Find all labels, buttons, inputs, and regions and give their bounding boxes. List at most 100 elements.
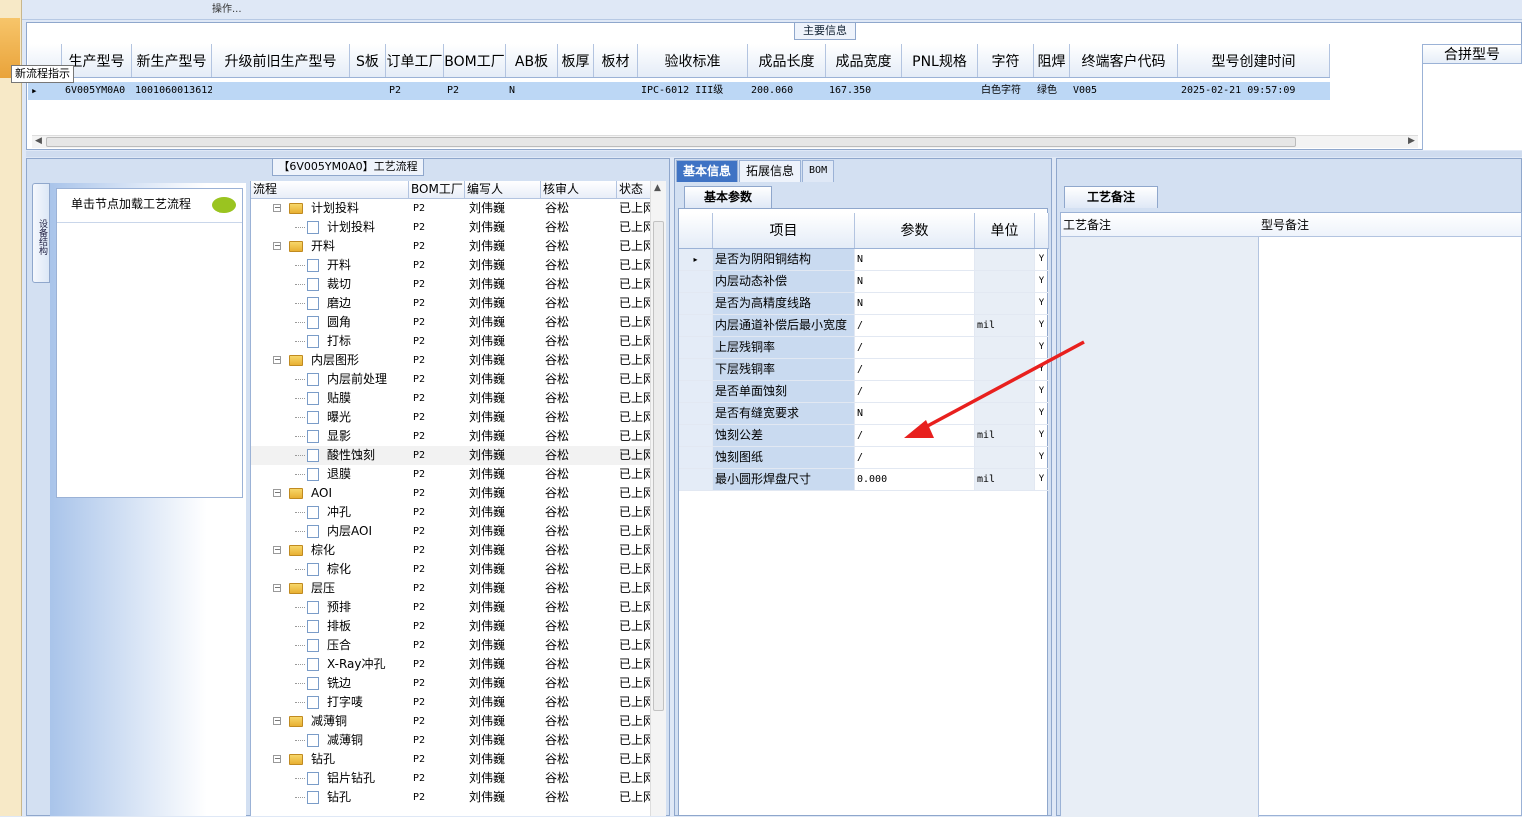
tree-row[interactable]: − 层压 P2 刘伟巍 谷松 已上网 xyxy=(251,579,651,598)
tree-node[interactable]: 减薄铜 xyxy=(251,731,409,750)
collapse-icon[interactable]: − xyxy=(273,755,281,763)
tree-node[interactable]: − 开料 xyxy=(251,237,409,256)
main-col-header[interactable]: 订单工厂 xyxy=(386,44,444,77)
tree-row[interactable]: − 内层图形 P2 刘伟巍 谷松 已上网 xyxy=(251,351,651,370)
tree-node[interactable]: 开料 xyxy=(251,256,409,275)
tree-node[interactable]: 磨边 xyxy=(251,294,409,313)
param-row[interactable]: 是否为高精度线路 N Y xyxy=(679,293,1049,315)
tree-row[interactable]: − 棕化 P2 刘伟巍 谷松 已上网 xyxy=(251,541,651,560)
param-row[interactable]: 下层残铜率 / Y xyxy=(679,359,1049,381)
main-col-header[interactable]: 板材 xyxy=(594,44,638,77)
param-row[interactable]: 内层动态补偿 N Y xyxy=(679,271,1049,293)
tree-node[interactable]: 圆角 xyxy=(251,313,409,332)
main-cell[interactable] xyxy=(902,82,978,100)
main-col-header[interactable]: 验收标准 xyxy=(638,44,748,77)
tree-scrollbar[interactable]: ▲ xyxy=(650,181,666,816)
tree-node[interactable]: 打字唛 xyxy=(251,693,409,712)
tree-row[interactable]: − 开料 P2 刘伟巍 谷松 已上网 xyxy=(251,237,651,256)
tree-col-header[interactable]: 状态 xyxy=(617,181,651,198)
tree-col-header[interactable]: BOM工厂 xyxy=(409,181,465,198)
tree-node[interactable]: 冲孔 xyxy=(251,503,409,522)
collapse-icon[interactable]: − xyxy=(273,204,281,212)
param-row[interactable]: ▸ 是否为阴阳铜结构 N Y xyxy=(679,249,1049,271)
main-col-header[interactable]: 型号创建时间 xyxy=(1178,44,1330,77)
main-col-header[interactable]: PNL规格 xyxy=(902,44,978,77)
main-grid-row[interactable]: ▸ 6V005YM0A0 10010600136123 P2 P2 N IPC-6012 I… xyxy=(28,82,1330,100)
tree-node[interactable]: − 内层图形 xyxy=(251,351,409,370)
tree-node[interactable]: 棕化 xyxy=(251,560,409,579)
tree-row[interactable]: − 减薄铜 P2 刘伟巍 谷松 已上网 xyxy=(251,712,651,731)
param-cell-param[interactable]: / xyxy=(855,315,975,336)
main-col-header[interactable]: 终端客户代码 xyxy=(1070,44,1178,77)
tree-node[interactable]: 酸性蚀刻 xyxy=(251,446,409,465)
tree-row[interactable]: 预排 P2 刘伟巍 谷松 已上网 xyxy=(251,598,651,617)
scroll-left-icon[interactable]: ◀ xyxy=(35,136,42,146)
main-cell[interactable]: 10010600136123 xyxy=(132,82,212,100)
tree-node[interactable]: 内层前处理 xyxy=(251,370,409,389)
main-cell[interactable]: P2 xyxy=(386,82,444,100)
tree-node[interactable]: X-Ray冲孔 xyxy=(251,655,409,674)
tree-row[interactable]: 磨边 P2 刘伟巍 谷松 已上网 xyxy=(251,294,651,313)
tree-col-header[interactable]: 核审人 xyxy=(541,181,617,198)
tree-node[interactable]: 铣边 xyxy=(251,674,409,693)
main-col-header[interactable]: 成品宽度 xyxy=(826,44,902,77)
tab-basic-info[interactable]: 基本信息 xyxy=(676,160,739,182)
param-row[interactable]: 蚀刻公差 / mil Y xyxy=(679,425,1049,447)
tree-row[interactable]: 冲孔 P2 刘伟巍 谷松 已上网 xyxy=(251,503,651,522)
tree-row[interactable]: 贴膜 P2 刘伟巍 谷松 已上网 xyxy=(251,389,651,408)
tree-row[interactable]: − 计划投料 P2 刘伟巍 谷松 已上网 xyxy=(251,199,651,218)
param-cell-param[interactable]: / xyxy=(855,359,975,380)
tree-node[interactable]: − 层压 xyxy=(251,579,409,598)
param-row[interactable]: 是否单面蚀刻 / Y xyxy=(679,381,1049,403)
tree-row[interactable]: 减薄铜 P2 刘伟巍 谷松 已上网 xyxy=(251,731,651,750)
tab-bom[interactable]: BOM xyxy=(802,160,835,182)
horizontal-splitter[interactable] xyxy=(26,151,1522,157)
main-col-header[interactable]: 新生产型号 xyxy=(132,44,212,77)
param-cell-param[interactable]: / xyxy=(855,337,975,358)
main-col-header[interactable]: BOM工厂 xyxy=(444,44,506,77)
tree-node[interactable]: 排板 xyxy=(251,617,409,636)
tree-row[interactable]: X-Ray冲孔 P2 刘伟巍 谷松 已上网 xyxy=(251,655,651,674)
nav-hint[interactable]: 单击节点加载工艺流程 xyxy=(57,189,242,223)
collapse-icon[interactable]: − xyxy=(273,584,281,592)
tree-node[interactable]: − AOI xyxy=(251,484,409,503)
tree-row[interactable]: 排板 P2 刘伟巍 谷松 已上网 xyxy=(251,617,651,636)
main-cell[interactable] xyxy=(558,82,594,100)
main-cell[interactable]: N xyxy=(506,82,558,100)
main-cell[interactable]: IPC-6012 III级 xyxy=(638,82,748,100)
tree-row[interactable]: 曝光 P2 刘伟巍 谷松 已上网 xyxy=(251,408,651,427)
param-row[interactable]: 内层通道补偿后最小宽度 / mil Y xyxy=(679,315,1049,337)
tree-row[interactable]: 内层前处理 P2 刘伟巍 谷松 已上网 xyxy=(251,370,651,389)
tree-row[interactable]: 内层AOI P2 刘伟巍 谷松 已上网 xyxy=(251,522,651,541)
tree-node[interactable]: 贴膜 xyxy=(251,389,409,408)
main-cell[interactable] xyxy=(212,82,350,100)
tree-node[interactable]: − 棕化 xyxy=(251,541,409,560)
tree-col-header[interactable]: 流程 xyxy=(251,181,409,198)
param-cell-param[interactable]: N xyxy=(855,403,975,424)
tree-node[interactable]: 内层AOI xyxy=(251,522,409,541)
tab-process-remarks[interactable]: 工艺备注 xyxy=(1064,186,1158,208)
collapse-icon[interactable]: − xyxy=(273,356,281,364)
collapse-icon[interactable]: − xyxy=(273,546,281,554)
tree-node[interactable]: 钻孔 xyxy=(251,788,409,807)
param-col-header[interactable]: 参数 xyxy=(855,213,975,248)
tree-node[interactable]: 打标 xyxy=(251,332,409,351)
tree-row[interactable]: − AOI P2 刘伟巍 谷松 已上网 xyxy=(251,484,651,503)
tree-node[interactable]: 曝光 xyxy=(251,408,409,427)
main-col-header[interactable]: S板 xyxy=(350,44,386,77)
main-col-header[interactable]: AB板 xyxy=(506,44,558,77)
main-cell[interactable] xyxy=(350,82,386,100)
scroll-thumb[interactable] xyxy=(46,137,1296,147)
param-row[interactable]: 是否有缝宽要求 N Y xyxy=(679,403,1049,425)
main-cell[interactable]: 200.060 xyxy=(748,82,826,100)
param-cell-param[interactable]: / xyxy=(855,425,975,446)
tree-node[interactable]: − 钻孔 xyxy=(251,750,409,769)
tree-col-header[interactable]: 编写人 xyxy=(465,181,541,198)
tree-row[interactable]: 开料 P2 刘伟巍 谷松 已上网 xyxy=(251,256,651,275)
tree-row[interactable]: 钻孔 P2 刘伟巍 谷松 已上网 xyxy=(251,788,651,807)
main-cell[interactable]: 6V005YM0A0 xyxy=(62,82,132,100)
tree-row[interactable]: 圆角 P2 刘伟巍 谷松 已上网 xyxy=(251,313,651,332)
subtab-basic-params[interactable]: 基本参数 xyxy=(684,186,772,208)
param-cell-param[interactable]: 0.000 xyxy=(855,469,975,490)
process-remarks-area[interactable] xyxy=(1061,237,1259,817)
